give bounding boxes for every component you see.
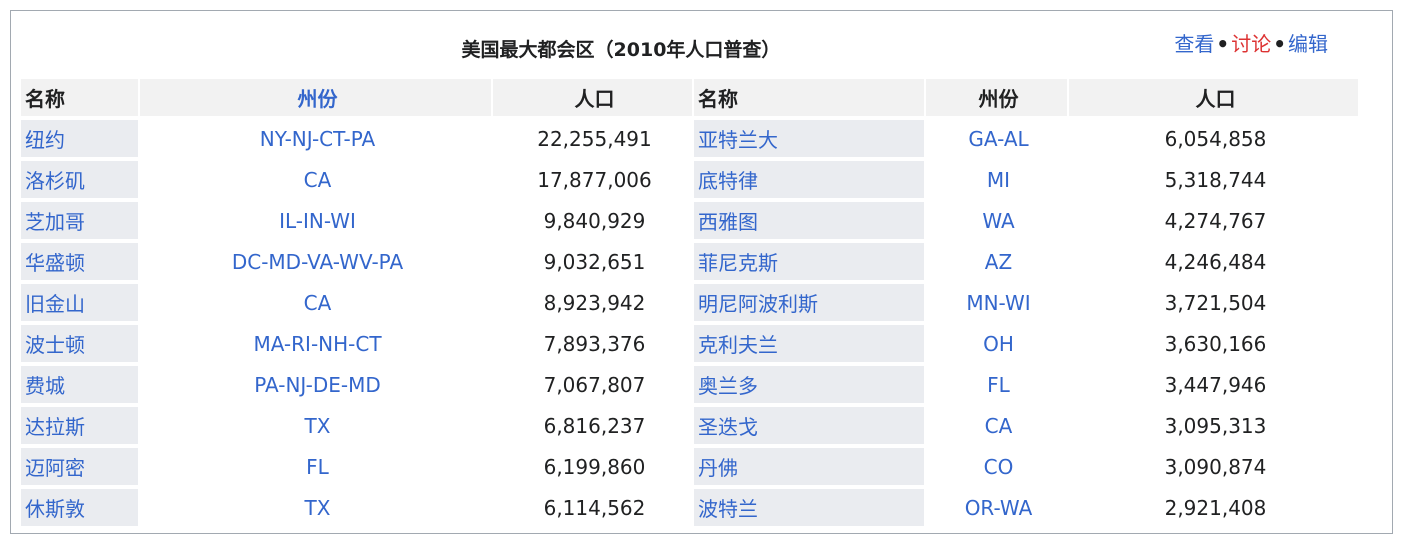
navbox-title: 美国最大都会区（2010年人口普查） — [461, 39, 781, 61]
population-value: 8,923,942 — [543, 290, 646, 315]
population-value: 7,067,807 — [543, 372, 646, 397]
state-link[interactable]: IL-IN-WI — [140, 202, 491, 239]
talk-link[interactable]: 讨论 — [1231, 32, 1271, 56]
metro-name-link[interactable]: 华盛顿 — [21, 243, 138, 280]
navbox-title-row: 美国最大都会区（2010年人口普查） 查看 • 讨论 • 编辑 — [11, 29, 1392, 65]
state-link[interactable]: FL — [140, 448, 491, 485]
metro-name-link[interactable]: 丹佛 — [694, 448, 924, 485]
population-value: 4,274,767 — [1164, 208, 1267, 233]
table-row: 迈阿密 FL 6,199,860 丹佛 CO 3,090,874 — [21, 448, 1358, 485]
metro-name-link[interactable]: 旧金山 — [21, 284, 138, 321]
state-link[interactable]: MI — [926, 161, 1067, 198]
metro-name-link[interactable]: 费城 — [21, 366, 138, 403]
table-row: 波士顿 MA-RI-NH-CT 7,893,376 克利夫兰 OH 3,630,166 — [21, 325, 1358, 362]
state-link[interactable]: AZ — [926, 243, 1067, 280]
table-row: 华盛顿 DC-MD-VA-WV-PA 9,032,651 菲尼克斯 AZ 4,246,48… — [21, 243, 1358, 280]
header-state-2: 州份 — [926, 79, 1067, 116]
state-link[interactable]: CO — [926, 448, 1067, 485]
population-value: 9,032,651 — [543, 249, 646, 274]
population-value: 3,721,504 — [1164, 290, 1267, 315]
metro-name-link[interactable]: 奥兰多 — [694, 366, 924, 403]
metro-name-link[interactable]: 达拉斯 — [21, 407, 138, 444]
table-row: 旧金山 CA 8,923,942 明尼阿波利斯 MN-WI 3,721,504 — [21, 284, 1358, 321]
population-value: 2,921,408 — [1164, 495, 1267, 520]
population-value: 3,630,166 — [1164, 331, 1267, 356]
edit-link[interactable]: 编辑 — [1288, 32, 1328, 56]
state-link[interactable]: NY-NJ-CT-PA — [140, 120, 491, 157]
state-link[interactable]: CA — [140, 161, 491, 198]
table-row: 费城 PA-NJ-DE-MD 7,067,807 奥兰多 FL 3,447,946 — [21, 366, 1358, 403]
metro-name-link[interactable]: 菲尼克斯 — [694, 243, 924, 280]
view-link[interactable]: 查看 — [1174, 32, 1214, 56]
header-population: 人口 — [493, 79, 692, 116]
metro-name-link[interactable]: 洛杉矶 — [21, 161, 138, 198]
population-value: 3,095,313 — [1164, 413, 1267, 438]
metro-name-link[interactable]: 芝加哥 — [21, 202, 138, 239]
metro-name-link[interactable]: 明尼阿波利斯 — [694, 284, 924, 321]
view-talk-edit-links: 查看 • 讨论 • 编辑 — [1174, 29, 1328, 59]
state-link[interactable]: PA-NJ-DE-MD — [140, 366, 491, 403]
header-row: 名称 州份 人口 名称 州份 人口 — [21, 79, 1358, 116]
state-link[interactable]: CA — [926, 407, 1067, 444]
header-name-2: 名称 — [694, 79, 924, 116]
state-link[interactable]: OH — [926, 325, 1067, 362]
population-value: 6,054,858 — [1164, 126, 1267, 151]
metro-name-link[interactable]: 波特兰 — [694, 489, 924, 526]
population-value: 4,246,484 — [1164, 249, 1267, 274]
population-value: 6,199,860 — [543, 454, 646, 479]
state-link[interactable]: OR-WA — [926, 489, 1067, 526]
state-link[interactable]: MA-RI-NH-CT — [140, 325, 491, 362]
metro-areas-navbox: 美国最大都会区（2010年人口普查） 查看 • 讨论 • 编辑 名称 州份 人口 名称 … — [10, 10, 1393, 534]
state-link[interactable]: MN-WI — [926, 284, 1067, 321]
table-row: 纽约 NY-NJ-CT-PA 22,255,491 亚特兰大 GA-AL 6,054,85… — [21, 120, 1358, 157]
metro-name-link[interactable]: 亚特兰大 — [694, 120, 924, 157]
table-row: 芝加哥 IL-IN-WI 9,840,929 西雅图 WA 4,274,767 — [21, 202, 1358, 239]
table-row: 洛杉矶 CA 17,877,006 底特律 MI 5,318,744 — [21, 161, 1358, 198]
header-state-link[interactable]: 州份 — [298, 87, 338, 111]
table-row: 休斯敦 TX 6,114,562 波特兰 OR-WA 2,921,408 — [21, 489, 1358, 526]
population-value: 3,447,946 — [1164, 372, 1267, 397]
metro-name-link[interactable]: 波士顿 — [21, 325, 138, 362]
metro-name-link[interactable]: 迈阿密 — [21, 448, 138, 485]
population-value: 17,877,006 — [537, 167, 652, 192]
population-value: 9,840,929 — [543, 208, 646, 233]
state-link[interactable]: FL — [926, 366, 1067, 403]
metro-name-link[interactable]: 休斯敦 — [21, 489, 138, 526]
population-value: 6,816,237 — [543, 413, 646, 438]
state-link[interactable]: CA — [140, 284, 491, 321]
header-state[interactable]: 州份 — [140, 79, 491, 116]
header-population-2: 人口 — [1069, 79, 1358, 116]
table-row: 达拉斯 TX 6,816,237 圣迭戈 CA 3,095,313 — [21, 407, 1358, 444]
state-link[interactable]: GA-AL — [926, 120, 1067, 157]
state-link[interactable]: TX — [140, 489, 491, 526]
population-value: 5,318,744 — [1164, 167, 1267, 192]
metro-name-link[interactable]: 西雅图 — [694, 202, 924, 239]
metro-name-link[interactable]: 底特律 — [694, 161, 924, 198]
metro-name-link[interactable]: 纽约 — [21, 120, 138, 157]
state-link[interactable]: WA — [926, 202, 1067, 239]
metro-name-link[interactable]: 克利夫兰 — [694, 325, 924, 362]
population-value: 6,114,562 — [543, 495, 646, 520]
separator-dot: • — [1216, 32, 1230, 56]
state-link[interactable]: DC-MD-VA-WV-PA — [140, 243, 491, 280]
separator-dot: • — [1273, 32, 1286, 56]
population-value: 7,893,376 — [543, 331, 646, 356]
population-value: 22,255,491 — [537, 126, 652, 151]
population-value: 3,090,874 — [1164, 454, 1267, 479]
metro-name-link[interactable]: 圣迭戈 — [694, 407, 924, 444]
table-body: 纽约 NY-NJ-CT-PA 22,255,491 亚特兰大 GA-AL 6,054,85… — [21, 120, 1358, 526]
metro-areas-table: 名称 州份 人口 名称 州份 人口 纽约 NY-NJ-CT-PA 22,255,49… — [19, 75, 1360, 530]
header-name: 名称 — [21, 79, 138, 116]
state-link[interactable]: TX — [140, 407, 491, 444]
